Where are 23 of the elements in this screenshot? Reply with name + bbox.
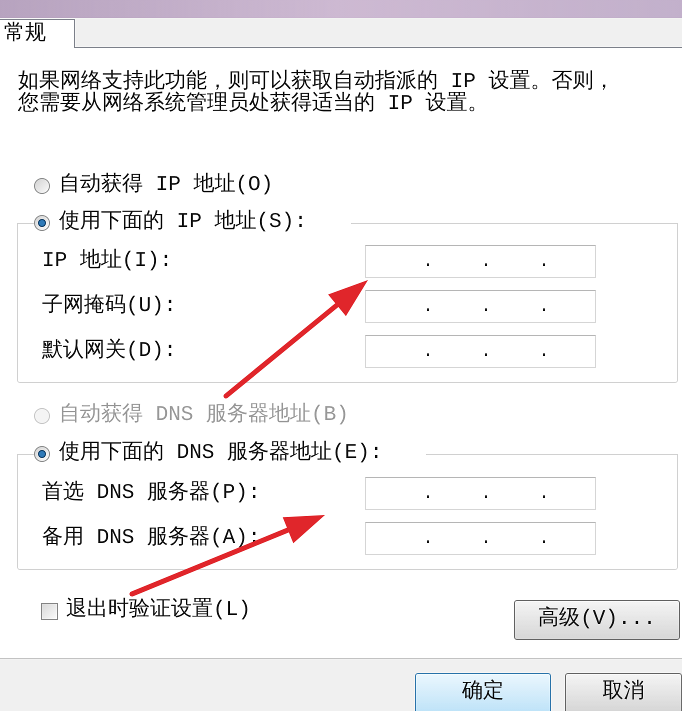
ip-input-field[interactable]: . . . xyxy=(365,335,596,368)
cancel-button[interactable]: 取消 xyxy=(565,673,682,711)
radio-button[interactable] xyxy=(34,215,50,231)
field-label: 首选 DNS 服务器(P): xyxy=(42,482,260,504)
radio-label[interactable]: 使用下面的 IP 地址(S): xyxy=(59,212,307,234)
description-text: 如果网络支持此功能，则可以获取自动指派的 IP 设置。否则，您需要从网络系统管理员处获得适当的 IP 设置。 xyxy=(18,72,616,116)
field-label: IP 地址(I): xyxy=(42,250,172,272)
ip-input-field[interactable]: . . . xyxy=(365,290,596,323)
ip-input-field[interactable]: . . . xyxy=(365,245,596,278)
checkbox-label[interactable]: 退出时验证设置(L) xyxy=(66,600,251,622)
radio-label[interactable]: 使用下面的 DNS 服务器地址(E): xyxy=(59,443,382,465)
field-label: 子网掩码(U): xyxy=(42,296,176,318)
tab[interactable]: 常规 xyxy=(0,19,75,48)
radio-button[interactable] xyxy=(34,446,50,462)
radio-button[interactable] xyxy=(34,178,50,194)
radio-label[interactable]: 自动获得 IP 地址(O) xyxy=(59,175,274,197)
field-label: 默认网关(D): xyxy=(42,340,176,362)
ok-button[interactable]: 确定 xyxy=(415,673,551,711)
ip-input-field[interactable]: . . . xyxy=(365,477,596,510)
checkbox[interactable] xyxy=(41,602,58,620)
ip-input-field[interactable]: . . . xyxy=(365,522,596,555)
field-label: 备用 DNS 服务器(A): xyxy=(42,528,260,550)
advanced-button[interactable]: 高级(V)... xyxy=(514,600,680,640)
